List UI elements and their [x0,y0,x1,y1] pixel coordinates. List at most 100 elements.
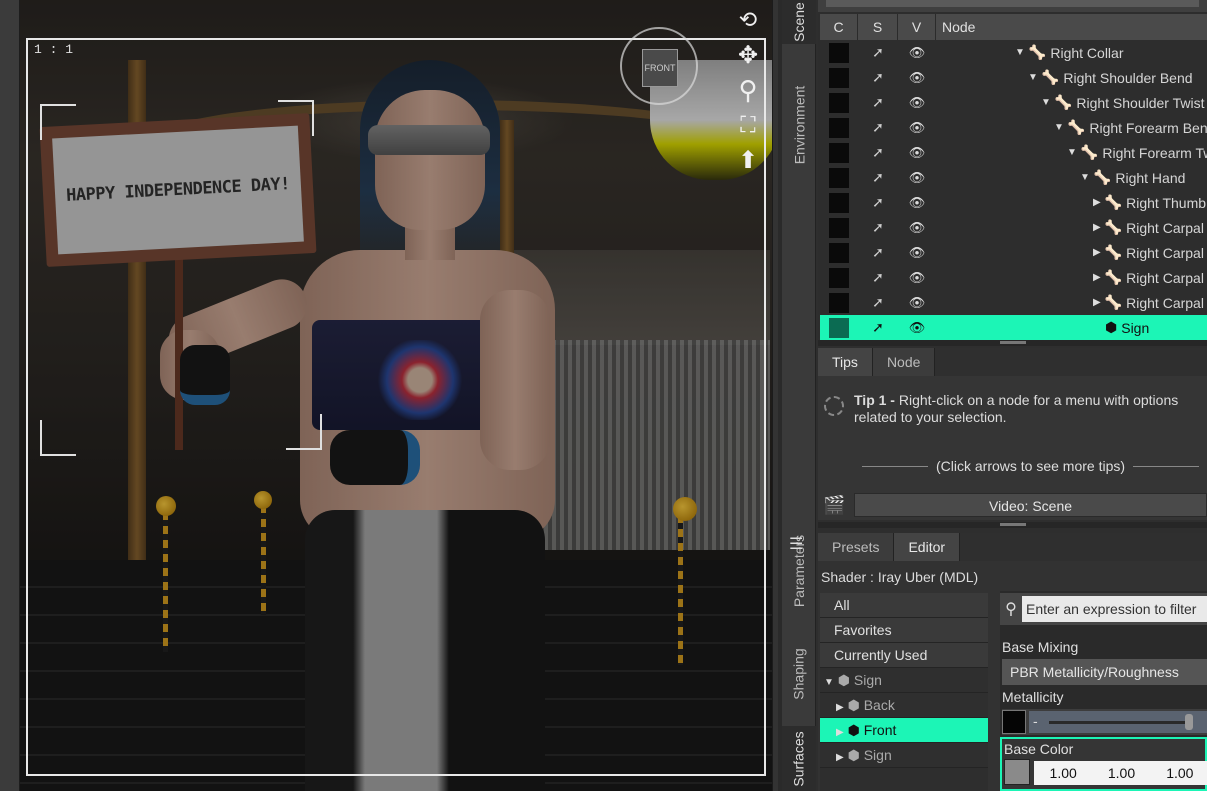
select-arrow-icon[interactable]: ➚ [858,269,898,286]
tab-presets[interactable]: Presets [818,533,895,561]
visibility-eye-icon[interactable]: 👁 [898,145,936,161]
orbit-icon[interactable]: ⟲ [733,5,763,35]
expand-arrow-icon[interactable]: ▼ [1028,72,1038,83]
visibility-eye-icon[interactable]: 👁 [898,120,936,136]
select-arrow-icon[interactable]: ➚ [858,219,898,236]
expand-arrow-icon[interactable]: ▶ [836,702,844,713]
surface-filter-currently-used[interactable]: Currently Used [820,643,988,668]
zoom-icon[interactable]: ⚲ [733,75,763,105]
content-toggle[interactable] [820,142,858,163]
tab-node[interactable]: Node [872,348,936,376]
content-toggle[interactable] [820,67,858,88]
content-toggle[interactable] [820,267,858,288]
select-arrow-icon[interactable]: ➚ [858,194,898,211]
content-toggle[interactable] [820,42,858,63]
column-s[interactable]: S [858,14,898,40]
select-arrow-icon[interactable]: ➚ [858,94,898,111]
scene-node-row[interactable]: ➚ 👁 ▼ 🦴 Right Forearm Bend [820,115,1207,140]
select-arrow-icon[interactable]: ➚ [858,169,898,186]
select-arrow-icon[interactable]: ➚ [858,69,898,86]
node-label-cell[interactable]: ▼ 🦴 Right Hand [936,165,1207,190]
move-icon[interactable]: ✥ [733,40,763,70]
expand-arrow-icon[interactable]: ▶ [1093,297,1101,308]
node-label-cell[interactable]: ▼🦴Right Forearm Twist [936,140,1207,165]
metallicity-map-swatch[interactable] [1002,710,1026,734]
select-arrow-icon[interactable]: ➚ [858,294,898,311]
node-label-cell[interactable]: ▶ 🦴 Right Carpal 2 [936,240,1207,265]
visibility-eye-icon[interactable]: 👁 [898,270,936,286]
node-label-cell[interactable]: ▶ 🦴 Right Carpal 3 [936,265,1207,290]
scene-horizontal-scrollbar[interactable] [818,0,1207,12]
expand-arrow-icon[interactable]: ▶ [1093,247,1101,258]
base-color-r[interactable]: 1.00 [1034,761,1092,785]
base-color-swatch[interactable] [1004,759,1030,785]
content-toggle[interactable] [820,292,858,313]
visibility-eye-icon[interactable]: 👁 [898,320,936,336]
column-v[interactable]: V [898,14,936,40]
expand-arrow-icon[interactable]: ▶ [836,752,844,763]
metallicity-slider[interactable]: - [1029,711,1207,733]
surface-filter-all[interactable]: All [820,593,988,618]
visibility-eye-icon[interactable]: 👁 [898,195,936,211]
expand-arrow-icon[interactable]: ▼ [1080,172,1090,183]
tip-next-arrow[interactable] [1133,465,1200,467]
base-mixing-dropdown[interactable]: PBR Metallicity/Roughness [1002,659,1207,685]
frame-icon[interactable]: ⛶ [733,110,763,140]
visibility-eye-icon[interactable]: 👁 [898,95,936,111]
collapse-arrow-icon[interactable]: ▼ [824,677,834,688]
tip-prev-arrow[interactable] [862,465,928,467]
node-label-cell[interactable]: ▶ 🦴 Right Carpal 4 [936,290,1207,315]
scene-node-row[interactable]: ➚ 👁 ▶ 🦴 Right Carpal 3 [820,265,1207,290]
tab-tips[interactable]: Tips [818,348,873,376]
visibility-eye-icon[interactable]: 👁 [898,295,936,311]
scene-node-row[interactable]: ➚ 👁 ▼ 🦴 Right Shoulder Bend [820,65,1207,90]
view-cube-face[interactable]: FRONT [642,49,678,87]
expand-arrow-icon[interactable]: ▶ [1093,272,1101,283]
scene-node-row[interactable]: ➚ 👁 ▶ 🦴 Right Carpal 2 [820,240,1207,265]
surface-tree-root[interactable]: ▼ ⬢ Sign [820,668,988,693]
content-toggle[interactable] [820,317,858,338]
scene-node-row[interactable]: ➚👁▼🦴Right Forearm Twist [820,140,1207,165]
expand-arrow-icon[interactable]: ▶ [1093,197,1101,208]
select-arrow-icon[interactable]: ➚ [858,319,898,336]
content-toggle[interactable] [820,242,858,263]
select-arrow-icon[interactable]: ➚ [858,144,898,161]
content-toggle[interactable] [820,167,858,188]
scene-node-row[interactable]: ➚ 👁 ▼ 🦴 Right Shoulder Twist [820,90,1207,115]
node-label-cell[interactable]: ▶🦴Right Thumb 1 [936,190,1207,215]
visibility-eye-icon[interactable]: 👁 [898,45,936,61]
visibility-eye-icon[interactable]: 👁 [898,220,936,236]
expand-arrow-icon[interactable]: ▶ [836,727,844,738]
view-cube[interactable]: FRONT [620,27,698,105]
scene-node-row[interactable]: ➚ 👁 ⬢ Sign [820,315,1207,340]
surface-tree-item[interactable]: ▶ ⬢ Sign [820,743,988,768]
tab-editor[interactable]: Editor [894,533,961,561]
panel-splitter[interactable] [818,340,1207,346]
visibility-eye-icon[interactable]: 👁 [898,245,936,261]
base-color-b[interactable]: 1.00 [1151,761,1207,785]
surface-tree-item[interactable]: ▶ ⬢ Front [820,718,988,743]
node-label-cell[interactable]: ▶ 🦴 Right Carpal 1 [936,215,1207,240]
scene-node-row[interactable]: ➚ 👁 ▼ 🦴 Right Hand [820,165,1207,190]
tab-shaping[interactable]: Shaping [782,628,816,720]
viewport-splitter[interactable] [772,0,778,791]
tab-environment[interactable]: Environment [782,70,816,180]
select-arrow-icon[interactable]: ➚ [858,244,898,261]
expand-arrow-icon[interactable]: ▼ [1015,47,1025,58]
select-arrow-icon[interactable]: ➚ [858,119,898,136]
scene-node-row[interactable]: ➚ 👁 ▶ 🦴 Right Carpal 4 [820,290,1207,315]
visibility-eye-icon[interactable]: 👁 [898,170,936,186]
tab-scene[interactable]: Scene [782,0,816,44]
filter-input[interactable] [1022,596,1207,622]
surface-tree-item[interactable]: ▶ ⬢ Back [820,693,988,718]
panel-splitter[interactable] [818,522,1207,528]
content-toggle[interactable] [820,217,858,238]
visibility-eye-icon[interactable]: 👁 [898,70,936,86]
expand-arrow-icon[interactable]: ▼ [1067,147,1077,158]
surface-filter-favorites[interactable]: Favorites [820,618,988,643]
select-arrow-icon[interactable]: ➚ [858,44,898,61]
expand-arrow-icon[interactable]: ▶ [1093,222,1101,233]
slider-minus[interactable]: - [1033,713,1038,729]
column-c[interactable]: C [820,14,858,40]
base-color-g[interactable]: 1.00 [1092,761,1150,785]
